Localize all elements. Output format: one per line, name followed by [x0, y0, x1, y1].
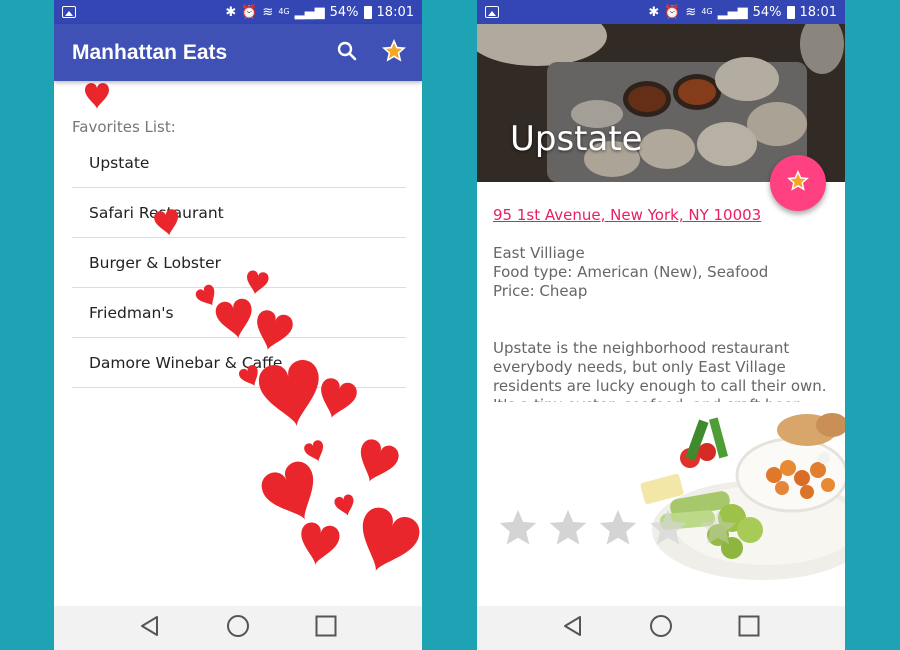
search-icon[interactable]	[336, 40, 358, 66]
restaurant-detail-screen: ✱ ⏰ ≋ 4G ▂▄▆ 54% 18:01 Upstate 95 1st Av…	[477, 0, 845, 650]
gallery-notification-icon	[62, 6, 76, 18]
navigation-bar	[54, 606, 422, 650]
app-title: Manhattan Eats	[72, 40, 228, 64]
status-bar: ✱ ⏰ ≋ 4G ▂▄▆ 54% 18:01	[54, 0, 422, 24]
battery-percent: 54%	[329, 4, 359, 20]
restaurant-info: East Villiage Food type: American (New),…	[493, 244, 768, 301]
battery-percent: 54%	[752, 4, 782, 20]
heart-icon	[348, 503, 422, 582]
favorite-fab-button[interactable]	[770, 155, 826, 211]
app-bar: Manhattan Eats	[54, 24, 422, 81]
list-item[interactable]: Friedman's	[72, 288, 406, 338]
heart-icon	[351, 436, 402, 489]
address-link[interactable]: 95 1st Avenue, New York, NY 10003	[493, 206, 761, 224]
signal-icon: ▂▄▆	[294, 4, 325, 20]
food-type-text: Food type: American (New), Seafood	[493, 263, 769, 281]
heart-icon	[302, 438, 328, 465]
neighborhood-text: East Villiage	[493, 244, 585, 262]
restaurant-description: Upstate is the neighborhood restaurant e…	[493, 339, 827, 402]
alarm-icon: ⏰	[664, 4, 681, 20]
restaurant-title: Upstate	[510, 119, 643, 159]
home-circle-icon[interactable]	[649, 614, 673, 642]
list-item[interactable]: Burger & Lobster	[72, 238, 406, 288]
rating-star-icon	[649, 509, 687, 545]
rating-star-icon	[599, 509, 637, 545]
star-icon	[787, 170, 809, 196]
rating-star-icon	[499, 509, 537, 545]
network-type-label: 4G	[278, 7, 290, 16]
status-bar: ✱ ⏰ ≋ 4G ▂▄▆ 54% 18:01	[477, 0, 845, 24]
list-item[interactable]: Safari Restaurant	[72, 188, 406, 238]
price-text: Price: Cheap	[493, 282, 588, 300]
signal-icon: ▂▄▆	[717, 4, 748, 20]
heart-icon	[257, 457, 329, 532]
list-item[interactable]: Damore Winebar & Caffe	[72, 338, 406, 388]
favorites-star-icon[interactable]	[382, 38, 406, 67]
clock: 18:01	[799, 4, 837, 20]
battery-icon	[786, 5, 795, 19]
bluetooth-icon: ✱	[225, 4, 237, 20]
list-item[interactable]: Upstate	[72, 138, 406, 188]
rating-star-icon	[699, 509, 737, 545]
back-triangle-icon[interactable]	[139, 615, 161, 641]
network-type-label: 4G	[701, 7, 713, 16]
favorites-screen: ✱ ⏰ ≋ 4G ▂▄▆ 54% 18:01 Manhattan Eats Fa…	[54, 0, 422, 650]
navigation-bar	[477, 606, 845, 650]
heart-icon	[296, 520, 342, 569]
alarm-icon: ⏰	[241, 4, 258, 20]
favorites-list-label: Favorites List:	[72, 118, 176, 136]
wifi-icon: ≋	[685, 4, 697, 20]
favorites-list: Upstate Safari Restaurant Burger & Lobst…	[72, 138, 406, 388]
recents-square-icon[interactable]	[738, 615, 760, 641]
gallery-notification-icon	[485, 6, 499, 18]
battery-icon	[363, 5, 372, 19]
clock: 18:01	[376, 4, 414, 20]
rating-bar[interactable]	[497, 508, 739, 548]
home-circle-icon[interactable]	[226, 614, 250, 642]
bluetooth-icon: ✱	[648, 4, 660, 20]
recents-square-icon[interactable]	[315, 615, 337, 641]
heart-icon	[333, 493, 358, 519]
back-triangle-icon[interactable]	[562, 615, 584, 641]
salad-plate-image	[640, 413, 845, 580]
rating-star-icon	[549, 509, 587, 545]
heart-icon	[85, 83, 109, 109]
wifi-icon: ≋	[262, 4, 274, 20]
